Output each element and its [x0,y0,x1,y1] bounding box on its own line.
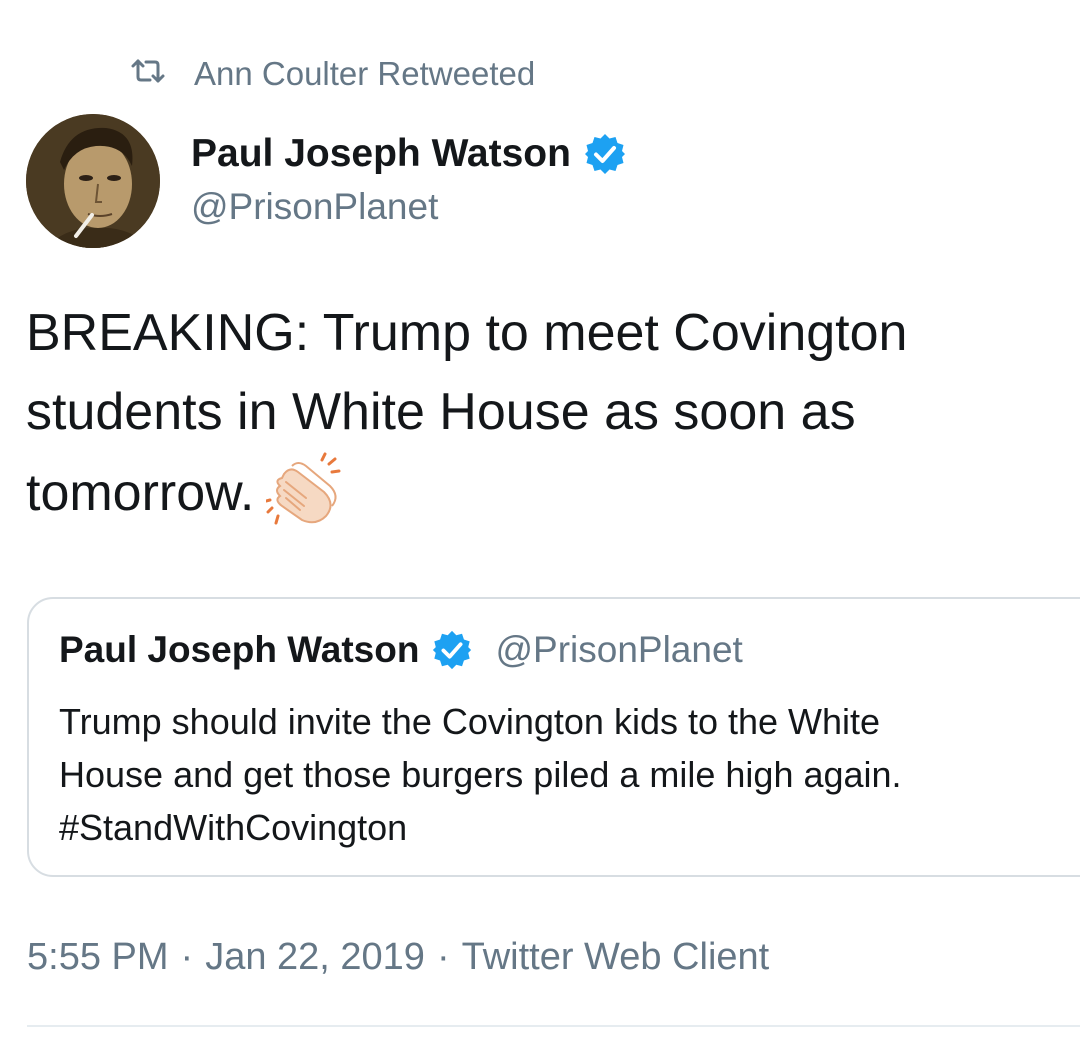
divider [27,1025,1080,1027]
avatar[interactable] [26,114,160,248]
retweet-label: Ann Coulter Retweeted [194,55,536,92]
tweet-client[interactable]: Twitter Web Client [462,936,770,978]
quoted-text-line: Trump should invite the Covington kids t… [59,701,881,742]
tweet-text: BREAKING: Trump to meet Covington studen… [26,294,1066,533]
clapping-hands-icon [266,452,342,528]
hashtag-link[interactable]: #StandWithCovington [59,801,1069,854]
tweet-time[interactable]: 5:55 PM [27,936,169,978]
quoted-tweet-card[interactable]: Paul Joseph Watson @PrisonPlanet Trump s… [27,597,1080,877]
verified-badge-icon [431,629,473,671]
retweet-icon [130,55,194,93]
tweet-body: BREAKING: Trump to meet Covington studen… [26,304,908,522]
quoted-author-name: Paul Joseph Watson [59,629,420,670]
tweet-date[interactable]: Jan 22, 2019 [205,936,425,978]
separator: · [436,936,450,978]
quoted-author-handle: @PrisonPlanet [495,629,743,670]
author-name[interactable]: Paul Joseph Watson [191,132,571,176]
quoted-tweet-text: Trump should invite the Covington kids t… [59,695,1069,854]
separator: · [180,936,194,978]
verified-badge-icon [583,132,627,176]
author-name-row[interactable]: Paul Joseph Watson [191,132,627,176]
tweet-metadata: 5:55 PM · Jan 22, 2019 · Twitter Web Client [27,936,769,979]
quoted-text-line: House and get those burgers piled a mile… [59,754,902,795]
retweet-context[interactable]: Ann Coulter Retweeted [130,52,535,96]
quoted-tweet-header: Paul Joseph Watson @PrisonPlanet [59,629,743,671]
author-handle[interactable]: @PrisonPlanet [191,186,438,228]
